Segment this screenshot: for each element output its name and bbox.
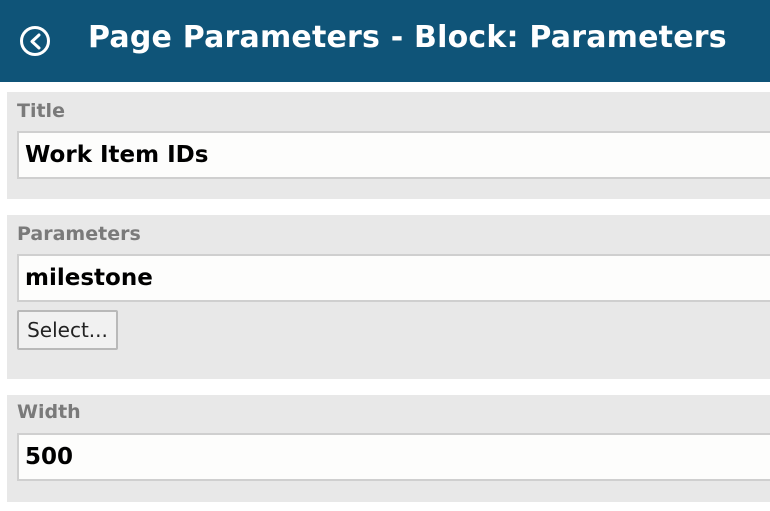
back-button[interactable] [20,26,50,56]
page-header: Page Parameters - Block: Parameters [0,0,770,82]
title-label: Title [17,100,65,122]
parameters-label: Parameters [17,223,141,245]
page-title: Page Parameters - Block: Parameters [88,20,727,55]
width-input[interactable] [17,433,770,481]
title-field-group: Title [7,92,770,199]
width-field-group: Width [7,395,770,502]
select-button[interactable]: Select... [17,310,118,350]
parameters-input[interactable] [17,254,770,302]
back-arrow-icon [30,33,41,50]
width-label: Width [17,401,81,423]
parameters-field-group: Parameters Select... [7,215,770,379]
title-input[interactable] [17,131,770,179]
